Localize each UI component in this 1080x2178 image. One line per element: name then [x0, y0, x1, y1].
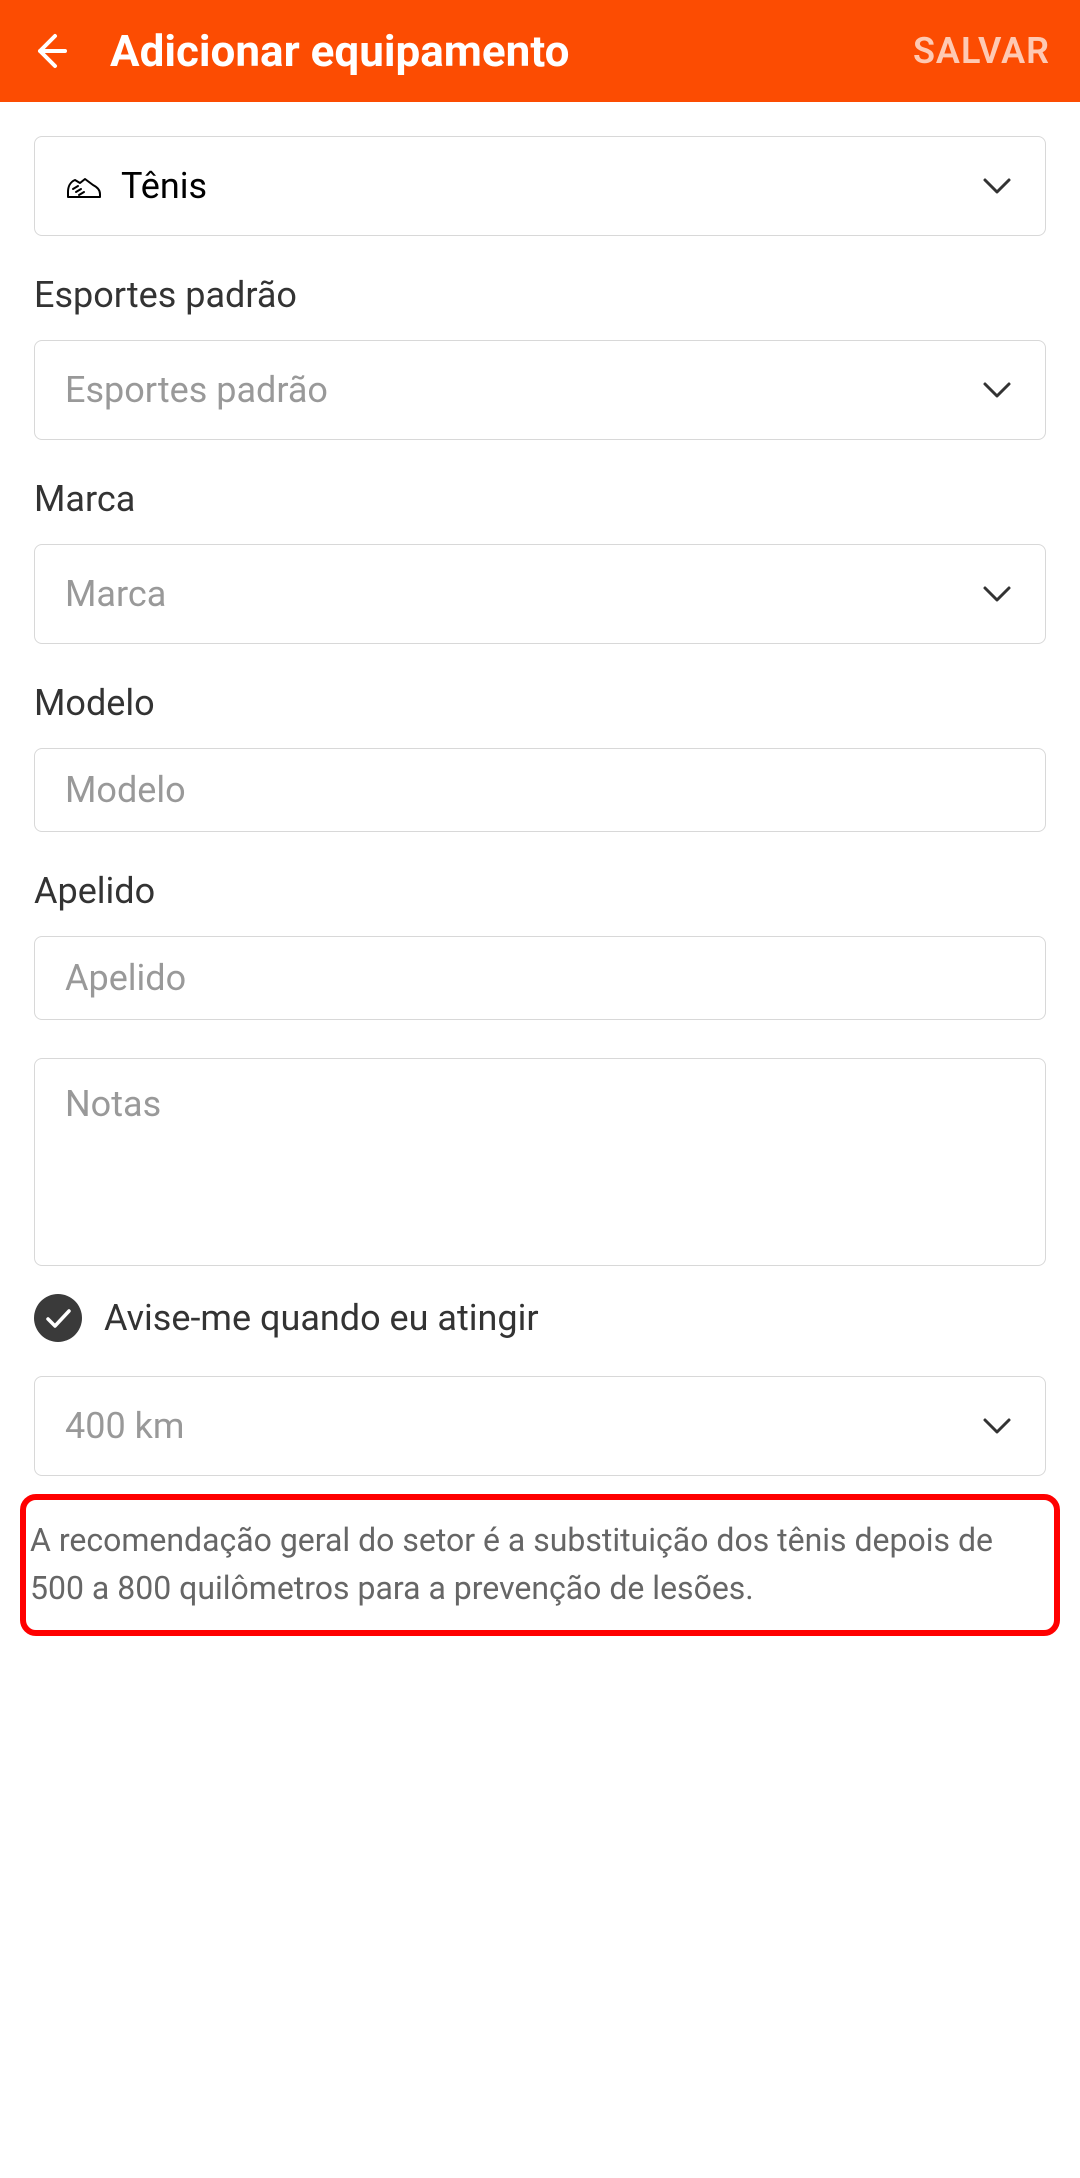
chevron-down-icon [979, 576, 1015, 612]
default-sports-label: Esportes padrão [34, 274, 1046, 316]
dropdown-left: Tênis [65, 165, 207, 207]
distance-dropdown[interactable]: 400 km [34, 1376, 1046, 1476]
distance-value: 400 km [65, 1405, 184, 1447]
model-input[interactable]: Modelo [34, 748, 1046, 832]
notify-checkbox[interactable] [34, 1294, 82, 1342]
model-label: Modelo [34, 682, 1046, 724]
brand-placeholder: Marca [65, 573, 166, 615]
notes-placeholder: Notas [65, 1083, 1015, 1125]
model-placeholder: Modelo [65, 769, 186, 811]
notes-textarea[interactable]: Notas [34, 1058, 1046, 1266]
equipment-type-dropdown[interactable]: Tênis [34, 136, 1046, 236]
nickname-input[interactable]: Apelido [34, 936, 1046, 1020]
header: Adicionar equipamento SALVAR [0, 0, 1080, 102]
save-button[interactable]: SALVAR [913, 30, 1050, 72]
back-icon[interactable] [30, 31, 70, 71]
recommendation-highlight: A recomendação geral do setor é a substi… [20, 1494, 1060, 1636]
default-sports-placeholder: Esportes padrão [65, 369, 328, 411]
chevron-down-icon [979, 168, 1015, 204]
brand-dropdown[interactable]: Marca [34, 544, 1046, 644]
content: Tênis Esportes padrão Esportes padrão Ma… [0, 102, 1080, 1670]
header-left: Adicionar equipamento [30, 25, 570, 77]
chevron-down-icon [979, 1408, 1015, 1444]
nickname-label: Apelido [34, 870, 1046, 912]
brand-label: Marca [34, 478, 1046, 520]
notify-label: Avise-me quando eu atingir [104, 1297, 539, 1339]
shoe-icon [65, 167, 103, 205]
equipment-type-value: Tênis [121, 165, 207, 207]
chevron-down-icon [979, 372, 1015, 408]
page-title: Adicionar equipamento [110, 25, 570, 77]
default-sports-dropdown[interactable]: Esportes padrão [34, 340, 1046, 440]
notify-checkbox-row: Avise-me quando eu atingir [34, 1294, 1046, 1342]
nickname-placeholder: Apelido [65, 957, 186, 999]
recommendation-text: A recomendação geral do setor é a substi… [30, 1516, 1050, 1612]
